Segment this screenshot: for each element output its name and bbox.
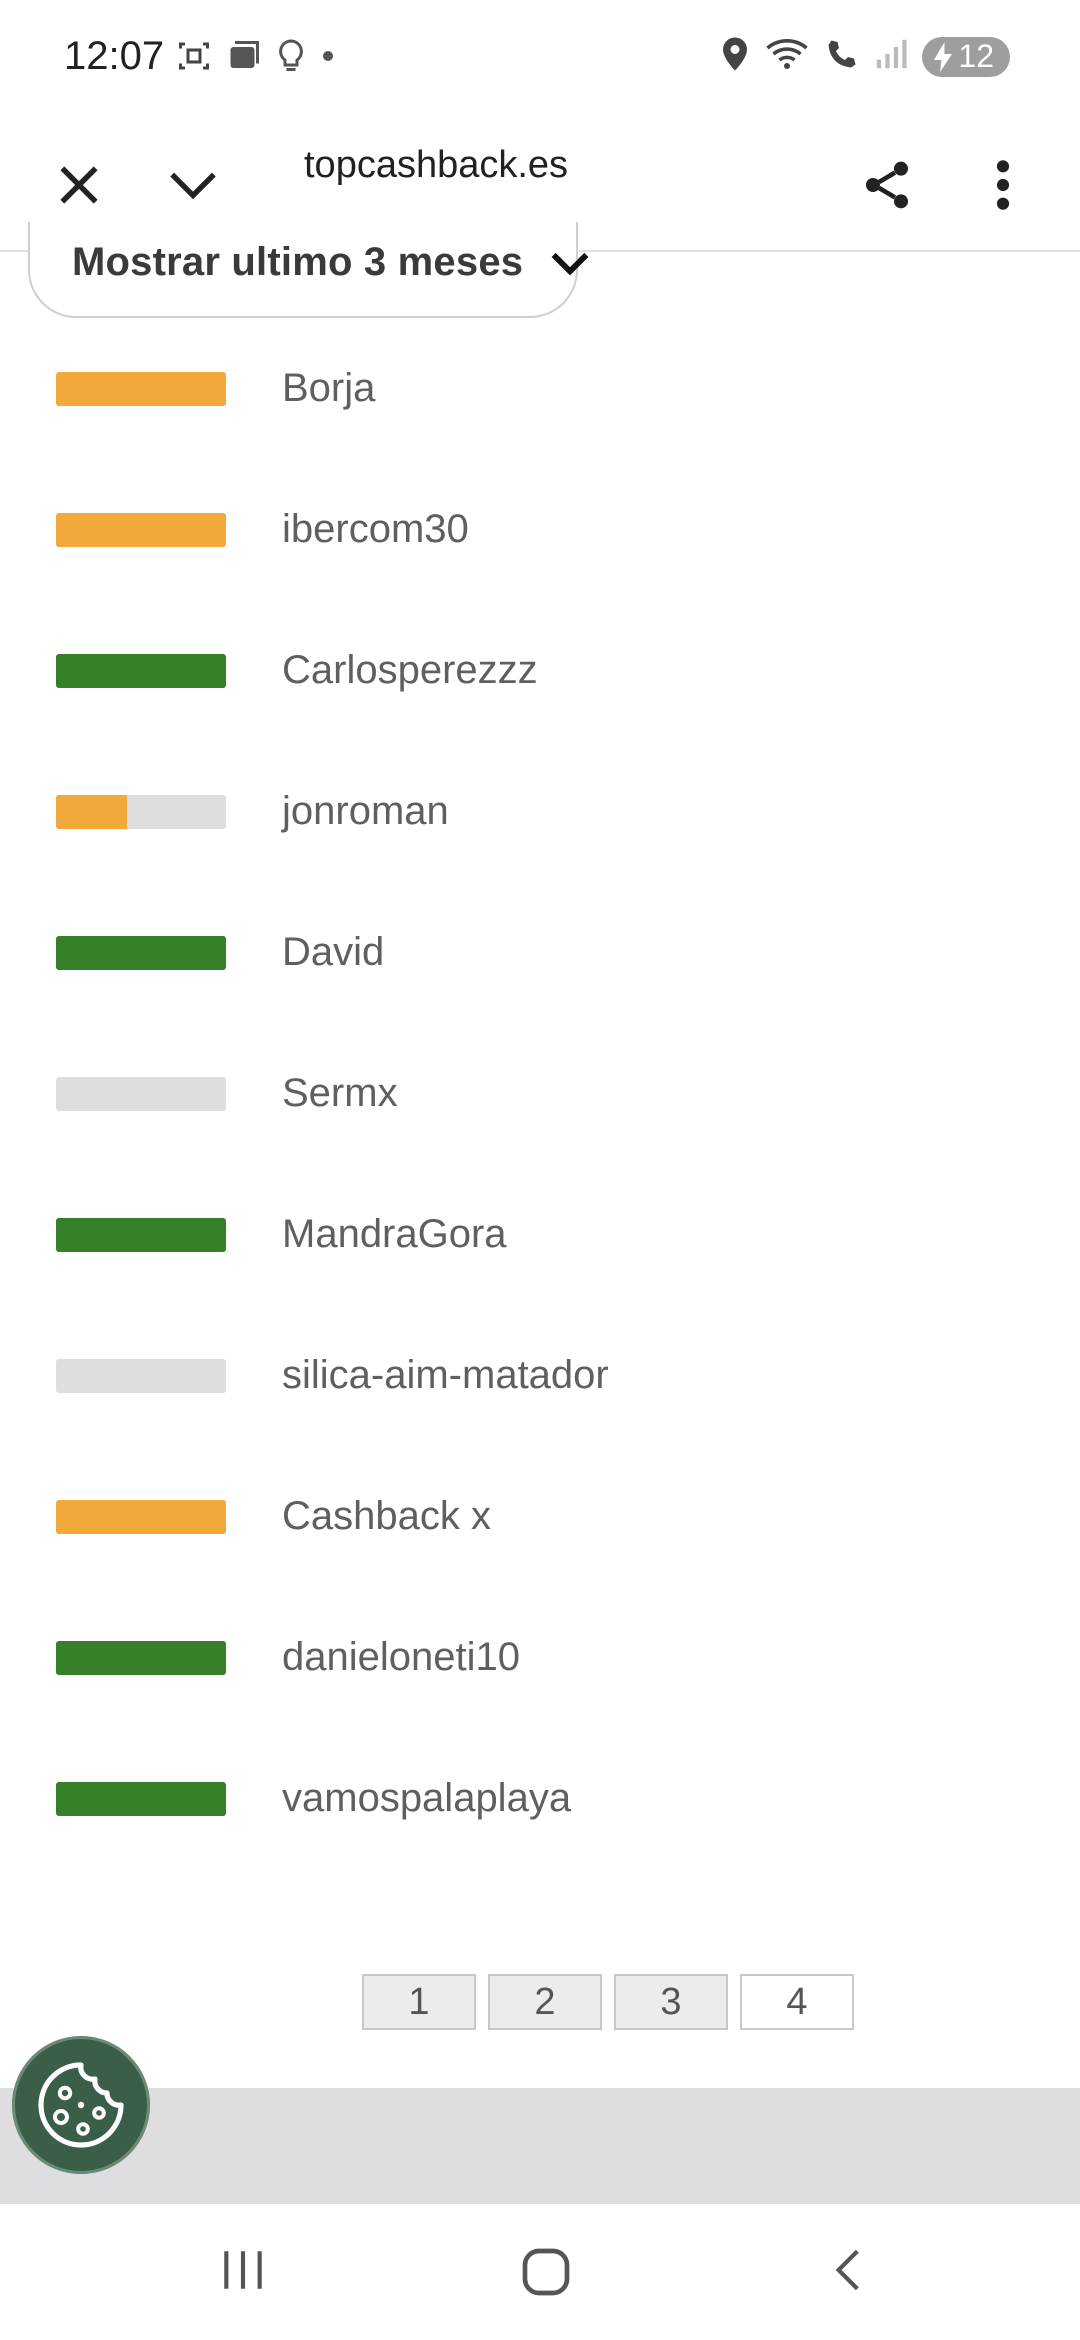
cookie-icon xyxy=(38,2062,124,2148)
system-navigation-bar xyxy=(0,2204,1080,2340)
user-name[interactable]: MandraGora xyxy=(282,1212,507,1257)
share-button[interactable] xyxy=(852,150,922,220)
status-bar-fill xyxy=(56,372,226,406)
list-item: Sermx xyxy=(0,1055,1080,1135)
list-item: Carlosperezzz xyxy=(0,632,1080,712)
list-item: Borja xyxy=(0,350,1080,430)
user-name[interactable]: Sermx xyxy=(282,1071,398,1116)
status-bar-fill xyxy=(56,513,226,547)
wifi-calling-icon xyxy=(824,36,860,77)
status-bar-fill xyxy=(56,654,226,688)
list-item: silica-aim-matador xyxy=(0,1337,1080,1417)
status-bar-fill xyxy=(56,936,226,970)
more-options-button[interactable] xyxy=(968,150,1038,220)
system-icons: 12 xyxy=(720,36,1010,77)
share-icon xyxy=(866,161,908,209)
page-button-3[interactable]: 3 xyxy=(614,1974,728,2030)
gallery-icon xyxy=(226,38,262,79)
wifi-icon xyxy=(764,36,810,77)
home-button[interactable] xyxy=(518,2244,574,2305)
user-name[interactable]: David xyxy=(282,930,384,975)
location-icon xyxy=(720,36,750,77)
list-item: jonroman xyxy=(0,773,1080,853)
list-item: Cashback x xyxy=(0,1478,1080,1558)
footer-strip xyxy=(0,2088,1080,2204)
list-item: vamospalaplaya xyxy=(0,1760,1080,1840)
user-name[interactable]: Carlosperezzz xyxy=(282,648,538,693)
status-bar-indicator xyxy=(56,513,226,547)
status-bar-fill xyxy=(56,795,128,829)
status-bar-fill xyxy=(56,1641,226,1675)
screenshot-icon xyxy=(176,38,212,79)
notification-icons xyxy=(176,38,336,79)
period-filter-dropdown[interactable]: Mostrar ultimo 3 meses xyxy=(28,222,589,318)
back-icon xyxy=(835,2249,859,2291)
chevron-down-icon xyxy=(548,244,592,289)
status-bar-fill xyxy=(56,1782,226,1816)
minimize-tab-button[interactable] xyxy=(158,150,228,220)
status-bar-fill xyxy=(56,1218,226,1252)
status-time: 12:07 xyxy=(64,34,165,78)
status-bar-indicator xyxy=(56,1359,226,1393)
status-bar-indicator xyxy=(56,1218,226,1252)
status-bar-indicator xyxy=(56,1077,226,1111)
status-bar-indicator xyxy=(56,1641,226,1675)
status-bar: 12:07 12 xyxy=(0,0,1080,120)
pagination: 1234 xyxy=(362,1974,854,2030)
close-tab-button[interactable] xyxy=(44,150,114,220)
url-text[interactable]: topcashback.es xyxy=(304,144,568,187)
chevron-down-icon xyxy=(170,172,216,200)
charging-icon xyxy=(934,41,953,72)
more-notifications-dot xyxy=(320,48,336,69)
page-button-2[interactable]: 2 xyxy=(488,1974,602,2030)
status-bar-indicator xyxy=(56,1500,226,1534)
status-bar-indicator xyxy=(56,1782,226,1816)
list-item: danieloneti10 xyxy=(0,1619,1080,1699)
status-bar-fill xyxy=(56,1500,226,1534)
list-item: MandraGora xyxy=(0,1196,1080,1276)
page-button-4[interactable]: 4 xyxy=(740,1974,854,2030)
recent-apps-button[interactable] xyxy=(218,2244,268,2301)
list-item: David xyxy=(0,914,1080,994)
battery-level: 12 xyxy=(958,38,994,74)
battery-indicator: 12 xyxy=(922,36,1010,77)
signal-icon xyxy=(874,37,908,76)
user-name[interactable]: vamospalaplaya xyxy=(282,1776,571,1821)
recent-apps-icon xyxy=(224,2251,262,2289)
status-bar-indicator xyxy=(56,372,226,406)
user-name[interactable]: Cashback x xyxy=(282,1494,491,1539)
user-name[interactable]: silica-aim-matador xyxy=(282,1353,609,1398)
user-name[interactable]: ibercom30 xyxy=(282,507,469,552)
list-item: ibercom30 xyxy=(0,491,1080,571)
close-icon xyxy=(60,166,98,204)
back-button[interactable] xyxy=(824,2244,874,2301)
period-filter-label: Mostrar ultimo 3 meses xyxy=(72,240,524,284)
user-name[interactable]: danieloneti10 xyxy=(282,1635,520,1680)
user-name[interactable]: jonroman xyxy=(282,789,449,834)
status-bar-indicator xyxy=(56,795,226,829)
user-name[interactable]: Borja xyxy=(282,366,375,411)
home-icon xyxy=(522,2248,570,2296)
status-bar-indicator xyxy=(56,936,226,970)
cookie-settings-button[interactable] xyxy=(12,2036,150,2174)
more-vert-icon xyxy=(996,160,1010,210)
status-bar-indicator xyxy=(56,654,226,688)
page-button-1[interactable]: 1 xyxy=(362,1974,476,2030)
lightbulb-icon xyxy=(276,38,306,79)
